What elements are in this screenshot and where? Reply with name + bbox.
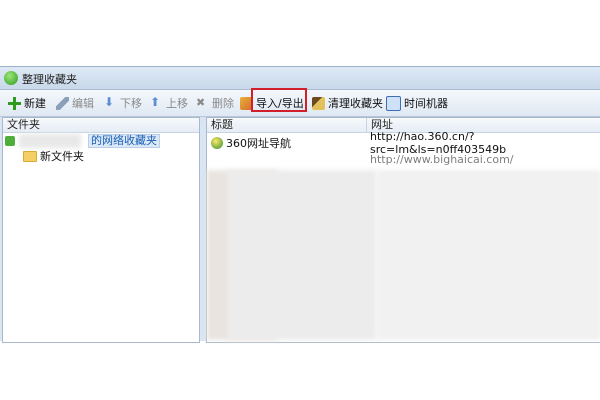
app-icon xyxy=(4,71,18,85)
broom-icon xyxy=(312,96,325,110)
move-down-label: 下移 xyxy=(120,97,142,110)
row-title: 360网址导航 xyxy=(226,137,291,150)
move-up-label: 上移 xyxy=(166,97,188,110)
new-button[interactable]: 新建 xyxy=(8,94,46,112)
move-down-button[interactable]: 下移 xyxy=(104,94,142,112)
import-export-highlight xyxy=(251,88,307,112)
time-machine-button[interactable]: 时间机器 xyxy=(386,94,448,112)
folder-icon xyxy=(23,150,37,162)
clean-favorites-button[interactable]: 清理收藏夹 xyxy=(312,94,383,112)
site-favicon-icon xyxy=(211,137,223,149)
list-item[interactable]: 360网址导航 http://hao.360.cn/?src=lm&ls=n0f… xyxy=(207,130,600,156)
pencil-icon xyxy=(56,96,69,110)
edit-label: 编辑 xyxy=(72,97,94,110)
move-up-button[interactable]: 上移 xyxy=(150,94,188,112)
arrow-down-icon xyxy=(104,95,117,110)
row-url: http://www.bighaicai.com/ xyxy=(370,152,514,166)
clean-label: 清理收藏夹 xyxy=(328,97,383,110)
delete-icon xyxy=(196,96,209,110)
delete-label: 删除 xyxy=(212,97,234,110)
folder-pane: 文件夹 的网络收藏夹 新文件夹 xyxy=(2,117,200,343)
title-column-header[interactable]: 标题 xyxy=(207,118,369,133)
folder-header: 文件夹 xyxy=(3,118,199,133)
redacted-titles xyxy=(227,170,377,340)
new-folder-label: 新文件夹 xyxy=(40,150,84,163)
redacted-urls xyxy=(377,170,600,340)
title-bar: 整理收藏夹 xyxy=(0,67,600,90)
favorites-root-label: 的网络收藏夹 xyxy=(88,134,160,148)
list-item[interactable]: http://www.bighaicai.com/ xyxy=(207,151,600,167)
time-machine-label: 时间机器 xyxy=(404,97,448,110)
time-machine-icon xyxy=(386,95,401,111)
edit-button[interactable]: 编辑 xyxy=(56,94,94,112)
window-title: 整理收藏夹 xyxy=(22,73,77,86)
new-label: 新建 xyxy=(24,97,46,110)
favorites-root-icon xyxy=(5,136,15,146)
favorites-list: 标题 网址 360网址导航 http://hao.360.cn/?src=lm&… xyxy=(206,117,600,343)
plus-icon xyxy=(8,96,21,110)
redacted-name xyxy=(19,134,81,148)
arrow-up-icon xyxy=(150,95,163,110)
delete-button[interactable]: 删除 xyxy=(196,94,234,112)
favorites-root[interactable]: 的网络收藏夹 xyxy=(5,134,173,148)
tree-item-new-folder[interactable]: 新文件夹 xyxy=(23,149,84,163)
